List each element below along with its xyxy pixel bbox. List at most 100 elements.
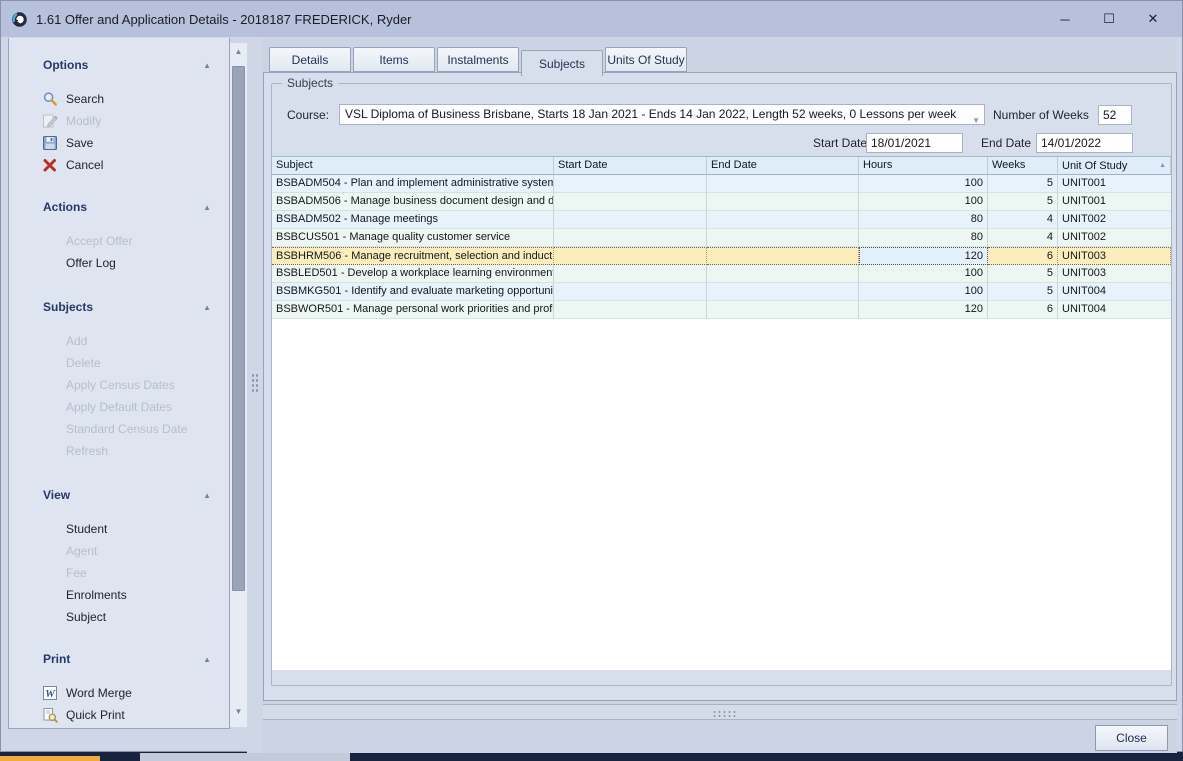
cell-weeks[interactable]: 4 [988,229,1058,247]
cell-start-date[interactable] [554,301,707,319]
nav-section-header-options[interactable]: Options▲ [43,56,211,74]
maximize-button[interactable]: ☐ [1094,6,1124,32]
collapse-arrow-icon[interactable]: ▲ [203,303,211,312]
cell-unit-of-study[interactable]: UNIT001 [1058,175,1171,193]
tab-subjects[interactable]: Subjects [521,50,603,76]
cell-subject[interactable]: BSBADM504 - Plan and implement administr… [272,175,554,193]
collapse-arrow-icon[interactable]: ▲ [203,655,211,664]
column-header-subject[interactable]: Subject [272,157,554,175]
minimize-button[interactable]: ─ [1050,6,1080,32]
cell-weeks[interactable]: 5 [988,175,1058,193]
cell-end-date[interactable] [707,211,859,229]
collapse-arrow-icon[interactable]: ▲ [203,203,211,212]
chevron-down-icon[interactable]: ▼ [972,111,980,125]
cell-hours[interactable]: 100 [859,283,988,301]
tab-instalments[interactable]: Instalments [437,47,519,72]
cell-hours[interactable]: 80 [859,229,988,247]
cell-subject[interactable]: BSBLED501 - Develop a workplace learning… [272,265,554,283]
scroll-up-icon[interactable]: ▲ [230,47,247,56]
cell-hours[interactable]: 100 [859,265,988,283]
cell-end-date[interactable] [707,229,859,247]
cell-hours[interactable]: 80 [859,211,988,229]
cell-start-date[interactable] [554,283,707,301]
column-header-hours[interactable]: Hours [859,157,988,175]
cell-unit-of-study[interactable]: UNIT002 [1058,211,1171,229]
vertical-splitter[interactable] [247,38,263,753]
cell-end-date[interactable] [707,301,859,319]
cell-subject[interactable]: BSBHRM506 - Manage recruitment, selectio… [272,247,554,265]
nav-section-header-actions[interactable]: Actions▲ [43,198,211,216]
cell-unit-of-study[interactable]: UNIT004 [1058,301,1171,319]
cell-hours[interactable]: 100 [859,193,988,211]
nav-section-header-subjects[interactable]: Subjects▲ [43,298,211,316]
cell-start-date[interactable] [554,175,707,193]
cell-subject[interactable]: BSBADM506 - Manage business document des… [272,193,554,211]
sidebar-item-enrolments[interactable]: Enrolments [9,584,229,606]
cell-subject[interactable]: BSBADM502 - Manage meetings [272,211,554,229]
number-of-weeks-field[interactable]: 52 [1098,105,1132,125]
cell-weeks[interactable]: 4 [988,211,1058,229]
column-header-end-date[interactable]: End Date [707,157,859,175]
sidebar-item-quick-print[interactable]: Quick Print [9,704,229,726]
course-combobox[interactable]: VSL Diploma of Business Brisbane, Starts… [339,104,985,125]
tab-units-of-study[interactable]: Units Of Study [605,47,687,72]
table-row[interactable]: BSBADM502 - Manage meetings 804UNIT002 [272,211,1171,229]
cell-start-date[interactable] [554,247,707,265]
cell-weeks[interactable]: 6 [988,247,1058,265]
close-button[interactable]: ✕ [1138,6,1168,32]
sidebar-item-offer-log[interactable]: Offer Log [9,252,229,274]
cell-start-date[interactable] [554,265,707,283]
cell-start-date[interactable] [554,211,707,229]
table-row[interactable]: BSBWOR501 - Manage personal work priorit… [272,301,1171,319]
column-header-start-date[interactable]: Start Date [554,157,707,175]
column-header-unit-of-study[interactable]: Unit Of Study▲ [1058,157,1171,175]
collapse-arrow-icon[interactable]: ▲ [203,61,211,70]
cell-unit-of-study[interactable]: UNIT002 [1058,229,1171,247]
sidebar-scrollbar[interactable]: ▲ ▼ [230,43,247,727]
cell-unit-of-study[interactable]: UNIT003 [1058,265,1171,283]
collapse-arrow-icon[interactable]: ▲ [203,491,211,500]
table-row-selected[interactable]: BSBHRM506 - Manage recruitment, selectio… [272,247,1171,265]
cell-end-date[interactable] [707,193,859,211]
cell-unit-of-study[interactable]: UNIT001 [1058,193,1171,211]
sidebar-item-word-merge[interactable]: WWord Merge [9,682,229,704]
tab-items[interactable]: Items [353,47,435,72]
sidebar-item-subject[interactable]: Subject [9,606,229,628]
cell-hours[interactable]: 100 [859,175,988,193]
cell-end-date[interactable] [707,175,859,193]
column-header-weeks[interactable]: Weeks [988,157,1058,175]
end-date-field[interactable]: 14/01/2022 [1036,133,1133,153]
table-row[interactable]: BSBCUS501 - Manage quality customer serv… [272,229,1171,247]
cell-hours[interactable]: 120 [859,301,988,319]
cell-end-date[interactable] [707,247,859,265]
sidebar-item-student[interactable]: Student [9,518,229,540]
table-row[interactable]: BSBLED501 - Develop a workplace learning… [272,265,1171,283]
close-button[interactable]: Close [1095,725,1168,751]
nav-section-header-view[interactable]: View▲ [43,486,211,504]
tab-details[interactable]: Details [269,47,351,72]
cell-start-date[interactable] [554,193,707,211]
scrollbar-thumb[interactable] [232,66,245,591]
cell-weeks[interactable]: 5 [988,265,1058,283]
cell-unit-of-study[interactable]: UNIT003 [1058,247,1171,265]
cell-subject[interactable]: BSBMKG501 - Identify and evaluate market… [272,283,554,301]
horizontal-splitter[interactable] [263,704,1177,720]
cell-subject[interactable]: BSBCUS501 - Manage quality customer serv… [272,229,554,247]
table-row[interactable]: BSBADM506 - Manage business document des… [272,193,1171,211]
cell-start-date[interactable] [554,229,707,247]
cell-subject[interactable]: BSBWOR501 - Manage personal work priorit… [272,301,554,319]
cell-weeks[interactable]: 5 [988,283,1058,301]
cell-unit-of-study[interactable]: UNIT004 [1058,283,1171,301]
sidebar-item-search[interactable]: Search [9,88,229,110]
sidebar-item-save[interactable]: Save [9,132,229,154]
sidebar-item-cancel[interactable]: Cancel [9,154,229,176]
scroll-down-icon[interactable]: ▼ [230,707,247,716]
cell-hours[interactable]: 120 [859,247,988,265]
nav-section-header-print[interactable]: Print▲ [43,650,211,668]
cell-weeks[interactable]: 5 [988,193,1058,211]
cell-weeks[interactable]: 6 [988,301,1058,319]
start-date-field[interactable]: 18/01/2021 [866,133,963,153]
table-row[interactable]: BSBMKG501 - Identify and evaluate market… [272,283,1171,301]
table-row[interactable]: BSBADM504 - Plan and implement administr… [272,175,1171,193]
cell-end-date[interactable] [707,265,859,283]
